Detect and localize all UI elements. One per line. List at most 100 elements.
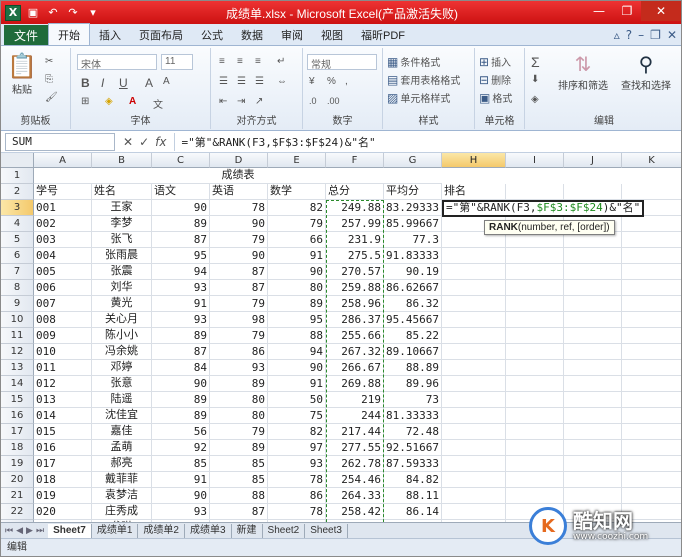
cell[interactable] (622, 408, 681, 424)
table-cell[interactable]: 249.88 (326, 200, 384, 216)
table-cell[interactable]: 019 (34, 488, 92, 504)
percent-icon[interactable]: % (327, 76, 336, 87)
cell[interactable] (442, 392, 506, 408)
table-cell[interactable]: 56 (152, 424, 210, 440)
table-cell[interactable]: 255.66 (326, 328, 384, 344)
row-header[interactable]: 14 (1, 376, 34, 392)
comma-icon[interactable]: , (345, 76, 348, 87)
cell[interactable] (442, 472, 506, 488)
table-cell[interactable]: 254.46 (326, 472, 384, 488)
increase-decimal-icon[interactable]: .0 (309, 96, 317, 106)
header-cell[interactable]: 排名 (442, 184, 506, 200)
table-cell[interactable]: 277.55 (326, 440, 384, 456)
header-cell[interactable]: 语文 (152, 184, 210, 200)
column-header[interactable]: K (622, 153, 681, 168)
cell[interactable] (442, 440, 506, 456)
cell[interactable] (564, 264, 622, 280)
table-cell[interactable]: 89 (268, 296, 326, 312)
cell[interactable] (442, 296, 506, 312)
column-header[interactable]: E (268, 153, 326, 168)
table-cell[interactable]: 88 (268, 328, 326, 344)
cell[interactable] (564, 392, 622, 408)
cell[interactable] (564, 296, 622, 312)
cell[interactable] (622, 344, 681, 360)
table-cell[interactable]: 50 (268, 392, 326, 408)
table-cell[interactable]: 87 (210, 504, 268, 520)
column-header[interactable]: G (384, 153, 442, 168)
copy-icon[interactable]: ⎘ (45, 74, 53, 85)
table-cell[interactable]: 93 (268, 456, 326, 472)
table-cell[interactable]: 66 (268, 232, 326, 248)
table-cell[interactable]: 刘华 (92, 280, 152, 296)
table-cell[interactable]: 231.9 (326, 232, 384, 248)
table-cell[interactable]: 269.88 (326, 376, 384, 392)
minimize-ribbon-icon[interactable]: ▵ (614, 28, 620, 42)
font-name-combo[interactable]: 宋体 (77, 54, 157, 71)
cell[interactable] (506, 280, 564, 296)
table-cell[interactable]: 90 (152, 376, 210, 392)
cell[interactable] (506, 472, 564, 488)
cell[interactable] (564, 472, 622, 488)
cell[interactable] (506, 408, 564, 424)
sheet-tab[interactable]: Sheet7 (48, 523, 92, 538)
table-cell[interactable]: 83.29333 (384, 200, 442, 216)
formula-input[interactable]: ="第"&RANK(F3,$F$3:$F$24)&"名" (174, 132, 681, 151)
customize-qat-icon[interactable]: ▾ (85, 5, 101, 21)
first-sheet-icon[interactable]: ⏮ (5, 526, 13, 536)
table-cell[interactable]: 78 (210, 200, 268, 216)
grow-font-icon[interactable]: A (145, 76, 153, 90)
table-cell[interactable]: 90 (210, 216, 268, 232)
cell[interactable] (506, 328, 564, 344)
cell[interactable] (622, 280, 681, 296)
table-cell[interactable]: 82 (268, 424, 326, 440)
row-header[interactable]: 5 (1, 232, 34, 248)
column-header[interactable]: H (442, 153, 506, 168)
table-cell[interactable]: 217.44 (326, 424, 384, 440)
minimize-icon[interactable]: — (585, 1, 613, 21)
decrease-decimal-icon[interactable]: .00 (327, 96, 340, 106)
table-cell[interactable]: 80 (268, 280, 326, 296)
sheet-title[interactable]: 成绩表 (34, 168, 442, 184)
italic-icon[interactable]: I (101, 76, 104, 90)
table-cell[interactable]: 001 (34, 200, 92, 216)
table-cell[interactable]: 015 (34, 424, 92, 440)
table-cell[interactable]: 91 (268, 376, 326, 392)
table-cell[interactable]: 87 (210, 280, 268, 296)
cell[interactable] (622, 488, 681, 504)
font-color-icon[interactable]: A (129, 96, 136, 107)
active-cell-editor[interactable]: ="第"&RANK(F3,$F$3:$F$24)&"名" (442, 200, 645, 217)
name-box[interactable]: SUM (5, 132, 115, 151)
tab-file[interactable]: 文件 (4, 25, 48, 45)
table-cell[interactable]: 275.5 (326, 248, 384, 264)
table-cell[interactable]: 88 (210, 488, 268, 504)
cell[interactable] (622, 296, 681, 312)
table-cell[interactable]: 85 (152, 456, 210, 472)
wrap-text-icon[interactable]: ↵ (277, 56, 285, 67)
table-cell[interactable]: 郝亮 (92, 456, 152, 472)
table-cell[interactable]: 266.67 (326, 360, 384, 376)
row-header[interactable]: 7 (1, 264, 34, 280)
cell[interactable] (442, 264, 506, 280)
column-header[interactable]: B (92, 153, 152, 168)
cell[interactable] (564, 312, 622, 328)
table-cell[interactable]: 张震 (92, 264, 152, 280)
table-cell[interactable]: 沈佳宜 (92, 408, 152, 424)
workbook-restore-icon[interactable]: ❐ (650, 28, 661, 42)
align-top-icon[interactable]: ≡ (219, 56, 225, 67)
table-cell[interactable]: 陈小小 (92, 328, 152, 344)
table-cell[interactable]: 80 (210, 408, 268, 424)
cancel-icon[interactable]: ✕ (123, 135, 133, 149)
cell[interactable] (622, 312, 681, 328)
table-cell[interactable]: 86.14 (384, 504, 442, 520)
fill-icon[interactable]: ⬇ (531, 74, 539, 85)
font-size-combo[interactable]: 11 (161, 54, 193, 70)
table-cell[interactable]: 79 (210, 328, 268, 344)
table-cell[interactable]: 011 (34, 360, 92, 376)
enter-icon[interactable]: ✓ (139, 135, 149, 149)
phonetic-icon[interactable]: 文 (153, 96, 163, 111)
cell[interactable] (442, 360, 506, 376)
table-cell[interactable]: 94 (268, 344, 326, 360)
find-select-button[interactable]: ⚲ 查找和选择 (613, 52, 679, 92)
table-cell[interactable]: 85.99667 (384, 216, 442, 232)
select-all-corner[interactable] (1, 153, 34, 168)
